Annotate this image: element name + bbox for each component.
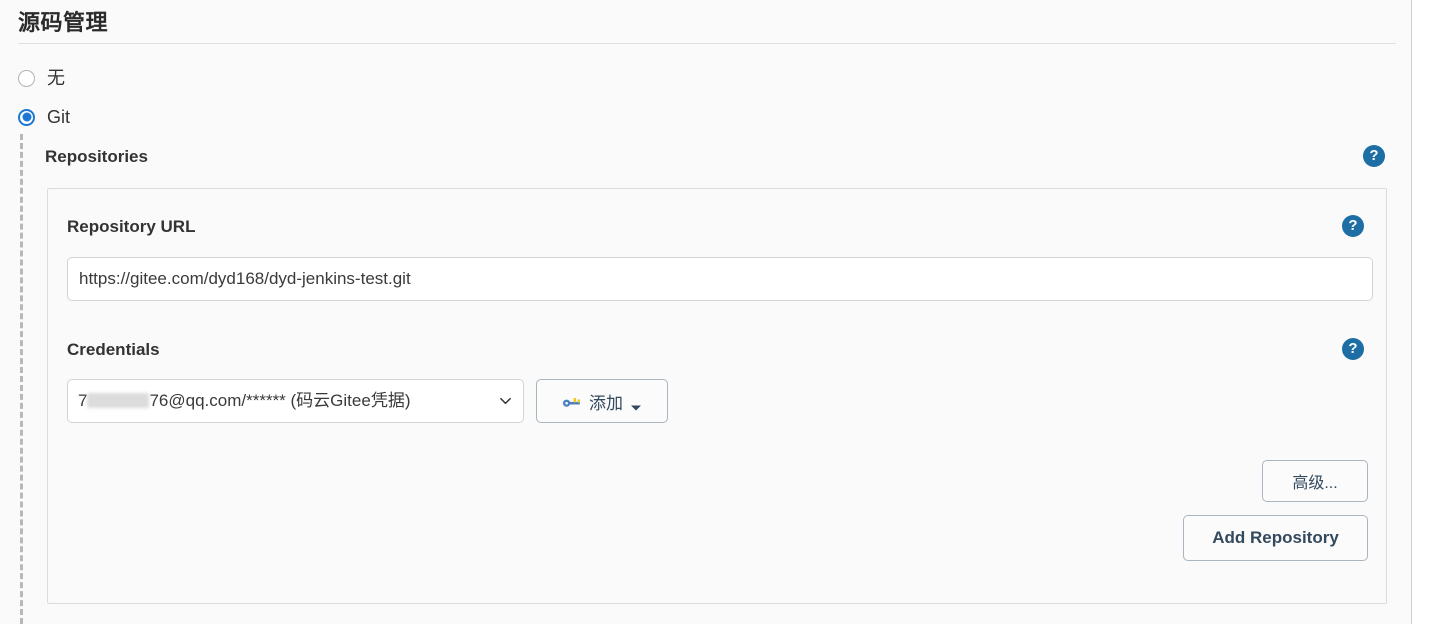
credentials-value-suffix: 76@qq.com/****** (码云Gitee凭据) — [149, 391, 411, 410]
scm-radio-none[interactable]: 无 — [18, 67, 65, 89]
add-repository-button[interactable]: Add Repository — [1183, 515, 1368, 561]
help-icon-repositories[interactable]: ? — [1363, 145, 1385, 167]
page-title: 源码管理 — [18, 10, 109, 35]
chevron-down-icon — [499, 395, 512, 408]
repositories-heading: Repositories — [45, 147, 148, 166]
add-credentials-label: 添加 — [589, 393, 623, 413]
repository-url-input[interactable] — [67, 257, 1373, 301]
scm-radio-git[interactable]: Git — [18, 106, 70, 128]
add-credentials-button[interactable]: 添加 — [536, 379, 668, 423]
help-icon-repository-url[interactable]: ? — [1342, 215, 1364, 237]
scm-radio-none-label: 无 — [47, 68, 65, 88]
key-icon — [562, 394, 582, 408]
credentials-label: Credentials — [67, 340, 160, 359]
credentials-select-wrapper[interactable]: 7 76@qq.com/****** (码云Gitee凭据) — [67, 379, 524, 423]
repository-url-label: Repository URL — [67, 217, 196, 236]
git-section-guide-line — [20, 134, 23, 624]
credentials-value-prefix: 7 — [78, 391, 88, 410]
credentials-redacted-block — [87, 393, 150, 408]
scm-config-page: 源码管理 无 Git Repositories ? Repository URL… — [0, 0, 1432, 624]
help-icon-credentials[interactable]: ? — [1342, 338, 1364, 360]
radio-indicator-git[interactable] — [18, 108, 35, 126]
scm-radio-git-label: Git — [47, 107, 71, 127]
scm-content-column: 源码管理 无 Git Repositories ? Repository URL… — [0, 0, 1411, 624]
advanced-button[interactable]: 高级... — [1262, 460, 1368, 502]
vertical-scrollbar[interactable] — [1411, 0, 1432, 624]
title-divider — [18, 43, 1396, 44]
credentials-selected-value: 7 76@qq.com/****** (码云Gitee凭据) — [78, 390, 410, 412]
radio-indicator-none[interactable] — [18, 69, 35, 87]
chevron-down-icon-add — [630, 397, 642, 411]
credentials-select[interactable]: 7 76@qq.com/****** (码云Gitee凭据) — [67, 379, 524, 423]
